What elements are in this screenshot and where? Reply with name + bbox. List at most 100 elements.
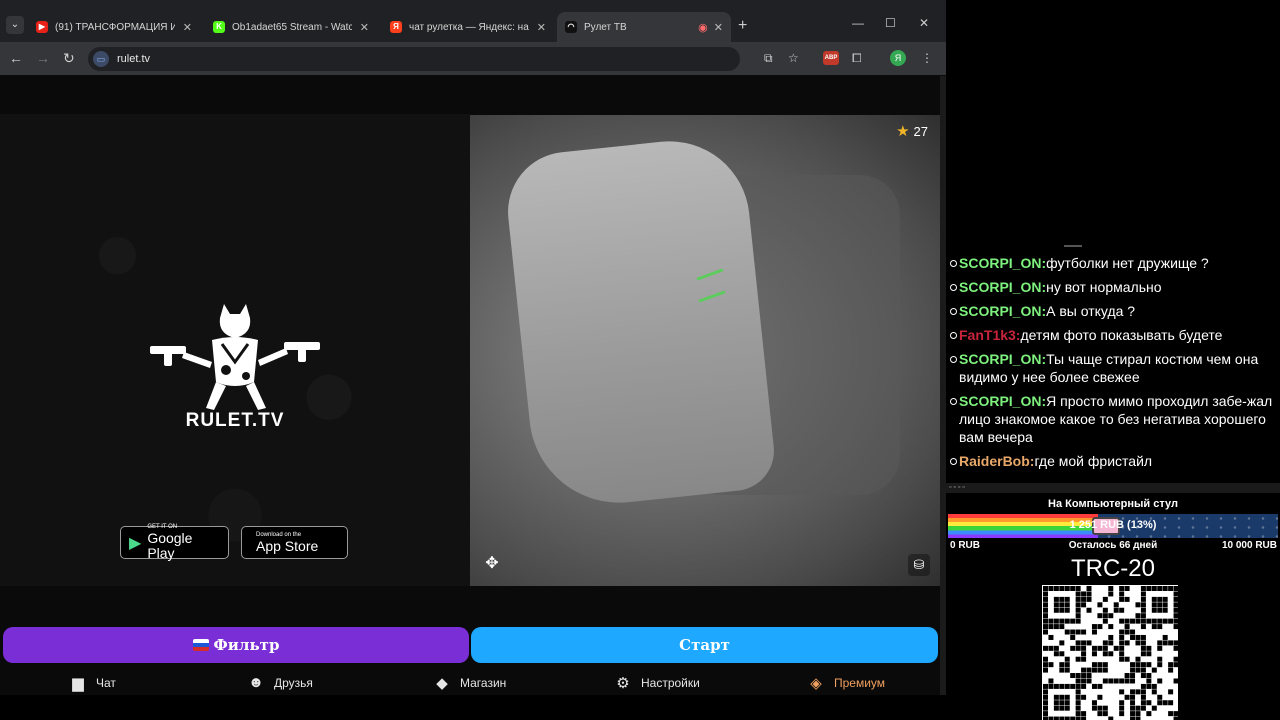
nav-chat-label: Чат xyxy=(96,676,116,690)
youtube-favicon-icon: ▶ xyxy=(36,21,48,33)
chat-message: SCORPI_ON:Ты чаще стирал костюм чем она … xyxy=(950,350,1276,386)
nav-settings[interactable]: ⚙ Настройки xyxy=(615,674,700,692)
screen: ⌄ ▶ (91) ТРАНСФОРМАЦИЯ ИВАН ✕ K Ob1adaet… xyxy=(0,0,1280,720)
new-tab-plus-icon[interactable]: + xyxy=(738,17,747,35)
star-count: 27 xyxy=(913,123,928,139)
tab-yandex-search[interactable]: Я чат рулетка — Яндекс: нашло ✕ xyxy=(382,12,554,42)
bullet-icon xyxy=(950,398,957,405)
tab-kick-stream[interactable]: K Ob1adaet65 Stream - Watch L ✕ xyxy=(205,12,377,42)
tab-recording-icon[interactable]: ◉ xyxy=(692,21,708,34)
bullet-icon xyxy=(950,332,957,339)
app-store-button[interactable]: Download on the App Store xyxy=(241,526,348,559)
google-play-big-text: Google Play xyxy=(147,530,193,561)
overlay-mini-strip: ▫ ▫ ▫ ▫ xyxy=(946,483,1280,493)
forward-arrow-icon[interactable]: → xyxy=(36,50,50,66)
stream-chat: SCORPI_ON:футболки нет дружище ? SCORPI_… xyxy=(950,254,1276,476)
rulet-favicon-icon: ◠ xyxy=(565,21,577,33)
nav-premium[interactable]: ◈ Премиум xyxy=(808,674,885,692)
gamepad-icon[interactable]: ✥ xyxy=(482,554,502,574)
nav-shop-label: Магазин xyxy=(460,676,507,690)
video-object xyxy=(502,133,778,512)
close-window-icon[interactable]: ✕ xyxy=(919,16,929,30)
star-counter: ★ 27 xyxy=(896,122,928,140)
chat-nick: SCORPI_ON: xyxy=(959,303,1047,319)
site-info-icon[interactable]: ▭ xyxy=(93,51,109,67)
tab-title: Ob1adaet65 Stream - Watch L xyxy=(232,21,352,33)
tab-title: чат рулетка — Яндекс: нашло xyxy=(409,21,529,33)
premium-tag-icon: ◈ xyxy=(810,675,822,692)
chat-message: SCORPI_ON:ну вот нормально xyxy=(950,278,1276,296)
close-tab-icon[interactable]: ✕ xyxy=(708,21,723,34)
address-bar[interactable]: ▭ rulet.tv xyxy=(88,47,740,71)
chat-text: А вы откуда ? xyxy=(1046,303,1136,319)
bookmark-star-icon[interactable]: ☆ xyxy=(788,51,799,65)
bullet-icon xyxy=(950,458,957,465)
chat-nick: SCORPI_ON: xyxy=(959,255,1047,271)
rulet-cat-logo-icon xyxy=(150,304,320,410)
chat-icon: ▆ xyxy=(72,675,84,692)
star-icon: ★ xyxy=(896,123,910,140)
tab-search-chevron-icon[interactable]: ⌄ xyxy=(6,16,24,34)
stream-overlay: SCORPI_ON:футболки нет дружище ? SCORPI_… xyxy=(946,0,1280,720)
filter-button[interactable]: Фильтр xyxy=(3,627,469,663)
chat-nick: SCORPI_ON: xyxy=(959,393,1047,409)
kick-favicon-icon: K xyxy=(213,21,225,33)
qr-code-icon xyxy=(1042,585,1178,720)
chat-text: где мой фристайл xyxy=(1034,453,1153,469)
extensions-puzzle-icon[interactable]: ⧠ xyxy=(852,51,862,65)
tab-rulet-tv[interactable]: ◠ Рулет ТВ ◉ ✕ xyxy=(557,12,731,42)
cast-install-icon[interactable]: ⧉ xyxy=(764,51,773,65)
close-tab-icon[interactable]: ✕ xyxy=(177,21,192,34)
nav-friends[interactable]: ☻ Друзья xyxy=(248,674,313,691)
chat-nick: RaiderBob: xyxy=(959,453,1035,469)
chat-nick: SCORPI_ON: xyxy=(959,351,1047,367)
adblock-extension-icon[interactable]: ABP xyxy=(823,51,839,65)
start-button[interactable]: Старт xyxy=(471,627,938,663)
gift-box-icon[interactable]: ⛁ xyxy=(908,554,930,576)
reload-icon[interactable]: ↻ xyxy=(63,50,75,66)
chat-message: FanT1k3:детям фото показывать будете xyxy=(950,326,1276,344)
maximize-icon[interactable]: ☐ xyxy=(885,16,896,30)
start-label: Старт xyxy=(679,636,730,654)
close-tab-icon[interactable]: ✕ xyxy=(354,21,369,34)
bottom-nav: ▆ Чат ☻ Друзья ◆ Магазин ⚙ Настройки ◈ П… xyxy=(0,672,940,695)
google-play-icon: ▶ xyxy=(129,534,142,552)
chat-text: ну вот нормально xyxy=(1046,279,1162,295)
bullet-icon xyxy=(950,356,957,363)
chat-message: SCORPI_ON:Я просто мимо проходил забе-жа… xyxy=(950,392,1276,446)
video-feed[interactable]: ★ 27 ✥ ⛁ xyxy=(470,115,940,586)
url-text: rulet.tv xyxy=(117,53,151,65)
back-arrow-icon[interactable]: ← xyxy=(9,50,23,66)
window-top-strip xyxy=(0,0,946,12)
chat-message: SCORPI_ON:А вы откуда ? xyxy=(950,302,1276,320)
google-play-text: GET IT ON Google Play xyxy=(147,524,220,561)
bullet-icon xyxy=(950,260,957,267)
chat-nick: FanT1k3: xyxy=(959,327,1021,343)
nav-chat[interactable]: ▆ Чат xyxy=(70,674,116,692)
close-tab-icon[interactable]: ✕ xyxy=(531,21,546,34)
nav-friends-label: Друзья xyxy=(274,675,313,690)
chat-message: RaiderBob:где мой фристайл xyxy=(950,452,1276,470)
nav-shop[interactable]: ◆ Магазин xyxy=(434,674,506,692)
google-play-button[interactable]: ▶ GET IT ON Google Play xyxy=(120,524,229,561)
settings-gear-icon: ⚙ xyxy=(616,675,630,692)
crypto-label: TRC-20 xyxy=(1070,555,1155,582)
tab-title: Рулет ТВ xyxy=(584,21,627,33)
minimize-icon[interactable]: — xyxy=(852,16,864,30)
donation-goal-current: 1 251 RUB (13%) xyxy=(1069,519,1157,531)
donation-goal-max: 10 000 RUB xyxy=(1221,540,1277,551)
browser-window: ⌄ ▶ (91) ТРАНСФОРМАЦИЯ ИВАН ✕ K Ob1adaet… xyxy=(0,0,946,695)
chat-nick: SCORPI_ON: xyxy=(959,279,1047,295)
menu-dots-icon[interactable]: ⋮ xyxy=(921,51,933,65)
tab-title: (91) ТРАНСФОРМАЦИЯ ИВАН xyxy=(55,21,175,33)
rulet-logo-text: RULET.TV xyxy=(185,410,285,431)
bullet-icon xyxy=(950,284,957,291)
tab-youtube[interactable]: ▶ (91) ТРАНСФОРМАЦИЯ ИВАН ✕ xyxy=(28,12,200,42)
profile-avatar-icon[interactable]: Я xyxy=(890,50,906,66)
nav-premium-label: Премиум xyxy=(834,676,886,690)
donation-goal-title: На Компьютерный стул xyxy=(1048,498,1178,510)
nav-settings-label: Настройки xyxy=(641,676,700,690)
app-store-big-text: App Store xyxy=(256,537,319,554)
filter-label: Фильтр xyxy=(213,636,280,654)
friends-icon: ☻ xyxy=(248,674,264,691)
